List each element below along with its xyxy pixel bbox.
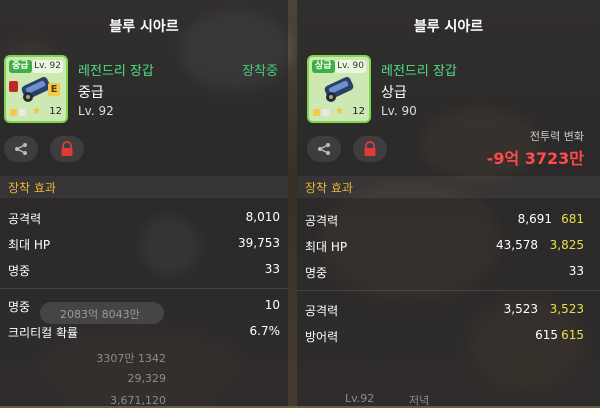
star-count: 12 (49, 106, 62, 117)
stat-name: 명중 (8, 264, 31, 278)
character-name: 블루 시아르 (109, 19, 179, 35)
lock-icon (364, 141, 376, 156)
stat-name: 크리티컬 확률 (8, 326, 79, 340)
lock-button[interactable] (50, 136, 84, 162)
star-row: ★ 12 (313, 105, 365, 118)
background-footer-text: Lv.92 (345, 392, 375, 405)
stat-name: 명중 (8, 300, 31, 314)
stat-bonus: 3,523 (549, 302, 584, 316)
star-icon: ★ (32, 106, 41, 117)
panel-separator (288, 0, 297, 406)
stat-row: 명중 10 (0, 298, 288, 318)
stat-name: 최대 HP (305, 240, 348, 254)
item-name: 레전드리 장갑 (78, 64, 154, 79)
stat-value: 6.7% (249, 324, 281, 338)
equipped-tag: 장착중 (242, 64, 278, 79)
stat-row: 방어력 615 615 (297, 328, 600, 348)
star-icon: ★ (335, 106, 344, 117)
power-change-value: -9억 3723만 (486, 149, 584, 168)
item-level: Lv. 92 (78, 104, 114, 118)
stat-value: 10 (264, 298, 280, 312)
stat-bonus: 615 (561, 328, 584, 342)
level-badge: Lv. 90 (335, 60, 366, 73)
stat-row: 최대 HP 43,578 3,825 (297, 238, 600, 258)
equip-effect-header: 장착 효과 (0, 176, 288, 198)
power-change-label: 전투력 변화 (529, 130, 584, 143)
share-button[interactable] (4, 136, 38, 162)
item-name: 레전드리 장갑 (381, 64, 457, 79)
lock-icon (61, 141, 73, 156)
equipped-item-panel: 블루 시아르 중급 Lv. 92 E ★ 12 레전드리 장갑 중급 Lv. 9… (0, 0, 288, 407)
stat-value: 33 (568, 264, 584, 278)
stat-bonus: 681 (561, 212, 584, 226)
stat-row: 공격력 8,010 (0, 210, 288, 230)
stat-value: 8,010 (245, 210, 280, 224)
cannon-icon (324, 77, 354, 102)
equip-badge: E (48, 83, 60, 96)
background-number: 3,671,120 (110, 394, 166, 407)
stat-value: 33 (264, 262, 280, 276)
stat-name: 명중 (305, 266, 328, 280)
stat-bonus: 3,825 (549, 238, 584, 252)
share-icon (15, 143, 27, 155)
stat-row: 명중 33 (0, 262, 288, 282)
stat-value: 8,691 (517, 212, 552, 226)
item-grade: 상급 (381, 85, 407, 101)
background-number: 29,329 (127, 372, 167, 385)
stat-row: 최대 HP 39,753 (0, 236, 288, 256)
divider (0, 288, 288, 289)
section-title: 장착 효과 (305, 181, 353, 195)
item-grade: 중급 (78, 85, 104, 101)
star-row: ★ 12 (10, 105, 62, 118)
stat-name: 방어력 (305, 330, 339, 344)
compare-item-panel: 블루 시아르 상급 Lv. 90 ★ 12 레전드리 장갑 상급 Lv. 90 (297, 0, 600, 407)
stat-name: 최대 HP (8, 238, 51, 252)
share-icon (318, 143, 330, 155)
share-button[interactable] (307, 136, 341, 162)
stat-name: 공격력 (305, 304, 339, 318)
grade-badge: 상급 (312, 60, 335, 73)
lock-button[interactable] (353, 136, 387, 162)
item-icon-box[interactable]: 중급 Lv. 92 E ★ 12 (4, 55, 68, 123)
stat-row: 공격력 8,691 681 (297, 212, 600, 232)
stat-row: 공격력 3,523 3,523 (297, 302, 600, 322)
item-level: Lv. 90 (381, 104, 417, 118)
background-number: 3307만 1342 (96, 352, 166, 365)
stat-value: 3,523 (503, 302, 538, 316)
equip-effect-header: 장착 효과 (297, 176, 600, 198)
stat-name: 공격력 (8, 212, 42, 226)
stat-name: 공격력 (305, 214, 339, 228)
level-badge: Lv. 92 (32, 60, 63, 73)
stat-row: 명중 33 (297, 264, 600, 284)
star-count: 12 (352, 106, 365, 117)
stat-value: 43,578 (496, 238, 538, 252)
stat-value: 615 (535, 328, 558, 342)
section-title: 장착 효과 (8, 181, 56, 195)
stat-row: 크리티컬 확률 6.7% (0, 324, 288, 344)
item-icon-box[interactable]: 상급 Lv. 90 ★ 12 (307, 55, 371, 123)
character-name: 블루 시아르 (413, 19, 484, 35)
stat-value: 39,753 (238, 236, 280, 250)
divider (297, 290, 600, 291)
grade-badge: 중급 (9, 60, 32, 73)
